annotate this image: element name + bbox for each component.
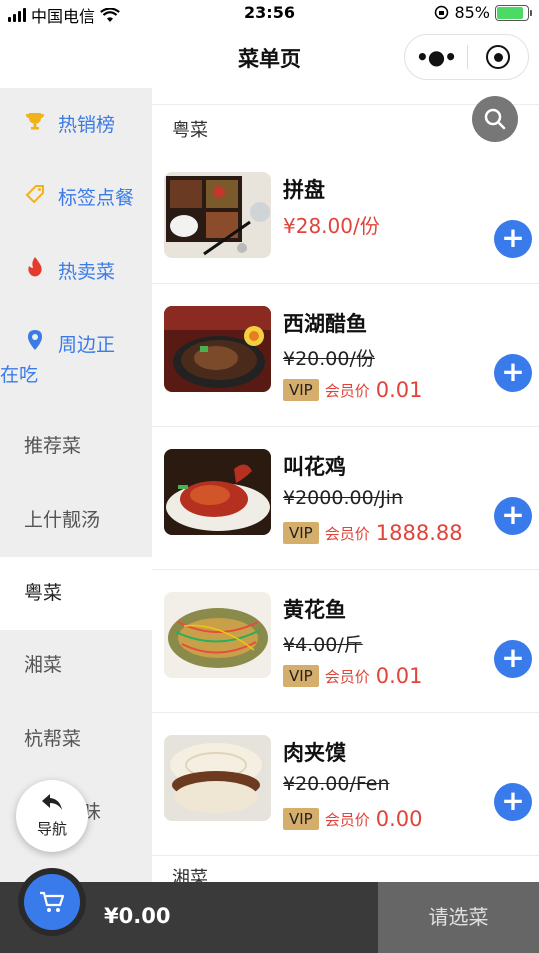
status-bar: 中国电信 23:56 85% [0,0,539,26]
category-sidebar: 热销榜 标签点餐 热卖菜 周边正 在吃 推荐菜 上什靓汤 粤菜 湘菜 杭帮菜 味 [0,88,152,882]
vip-price-row: VIP 会员价 0.00 [283,807,423,831]
sidebar-item-hangzhou[interactable]: 杭帮菜 [0,724,152,754]
sidebar-item-label-line2: 在吃 [0,364,39,386]
vip-price: 0.01 [375,378,423,402]
dish-name: 黄花鱼 [283,598,346,622]
dish-original-price: ¥4.00/斤 [283,634,363,656]
sidebar-item-label: 热卖菜 [58,261,116,283]
sidebar-item-label: 热销榜 [58,114,116,136]
add-to-cart-button[interactable]: + [494,354,532,392]
dish-original-price: ¥20.00/份 [283,348,375,370]
orientation-lock-icon [435,5,449,20]
floating-nav-button[interactable]: 导航 [16,780,88,852]
dish-list[interactable]: 粤菜 拼盘 ¥28.00/份 + 西湖醋鱼 ¥20.00/份 VIP 会员价 0… [152,88,539,882]
battery-percent: 85% [454,3,490,22]
vip-badge: VIP [283,379,319,401]
dish-card[interactable]: 拼盘 ¥28.00/份 + [152,150,539,293]
vip-label: 会员价 [324,524,370,543]
vip-price: 0.01 [375,664,423,688]
dish-card[interactable]: 黄花鱼 ¥4.00/斤 VIP 会员价 0.01 + [152,569,539,712]
dish-original-price: ¥2000.00/Jin [283,487,403,509]
vip-price: 1888.88 [375,521,463,545]
add-to-cart-button[interactable]: + [494,220,532,258]
cart-summary[interactable]: ¥0.00 [0,868,378,953]
sidebar-item-label: 杭帮菜 [24,728,82,750]
dish-name: 叫花鸡 [283,455,346,479]
status-right: 85% [434,3,532,22]
add-to-cart-button[interactable]: + [494,783,532,821]
sidebar-item-hot-sale[interactable]: 热卖菜 [0,256,152,286]
sidebar-item-cantonese[interactable]: 粤菜 [0,557,152,630]
sidebar-item-label: 推荐菜 [24,435,82,457]
trophy-icon [24,110,46,140]
vip-price: 0.00 [375,807,423,831]
dish-name: 拼盘 [283,178,325,202]
vip-badge: VIP [283,522,319,544]
section-header: 粤菜 [172,120,208,141]
cart-bar: ¥0.00 请选菜 [0,868,539,953]
search-button[interactable] [472,96,518,142]
dish-image-platter [164,172,271,258]
mini-program-capsule: •●• [404,34,529,80]
tag-icon [24,183,46,213]
vip-badge: VIP [283,808,319,830]
dish-image-beggar-chicken [164,449,271,535]
vip-price-row: VIP 会员价 0.01 [283,378,423,402]
checkout-button[interactable]: 请选菜 [378,882,539,953]
back-arrow-icon [42,794,62,810]
vip-label: 会员价 [324,667,370,686]
sidebar-item-soup[interactable]: 上什靓汤 [0,505,152,535]
more-dots-icon[interactable]: •●• [405,45,467,69]
dish-name: 肉夹馍 [283,741,346,765]
vip-label: 会员价 [324,381,370,400]
vip-badge: VIP [283,665,319,687]
location-pin-icon [24,329,46,360]
floating-nav-label: 导航 [36,820,67,838]
add-to-cart-button[interactable]: + [494,640,532,678]
vip-price-row: VIP 会员价 0.01 [283,664,423,688]
target-icon [486,45,510,69]
dish-original-price: ¥20.00/Fen [283,773,390,795]
search-icon [484,108,506,130]
sidebar-item-label: 标签点餐 [58,187,135,209]
dish-card[interactable]: 叫花鸡 ¥2000.00/Jin VIP 会员价 1888.88 + [152,426,539,569]
sidebar-item-label: 上什靓汤 [24,509,101,531]
section-header-next: 湘菜 [172,868,208,882]
sidebar-item-hunan[interactable]: 湘菜 [0,650,152,680]
vip-price-row: VIP 会员价 1888.88 [283,521,463,545]
vip-label: 会员价 [324,810,370,829]
dish-card[interactable]: 肉夹馍 ¥20.00/Fen VIP 会员价 0.00 + [152,712,539,855]
dish-name: 西湖醋鱼 [283,312,367,336]
cart-button[interactable] [18,868,86,936]
dish-image-roujiamo [164,735,271,821]
sidebar-item-tag-order[interactable]: 标签点餐 [0,183,152,213]
nav-bar: 菜单页 •●• [0,26,539,88]
close-target-button[interactable] [468,45,528,69]
sidebar-item-label: 粤菜 [24,582,63,604]
dish-price: ¥28.00/份 [283,214,380,238]
battery-icon [495,4,532,21]
cart-icon [40,891,65,912]
sidebar-item-label: 湘菜 [24,654,63,676]
cart-total: ¥0.00 [104,904,171,928]
add-to-cart-button[interactable]: + [494,497,532,535]
sidebar-item-label: 周边正 [58,334,116,356]
dish-card[interactable]: 西湖醋鱼 ¥20.00/份 VIP 会员价 0.01 + [152,283,539,426]
dish-image-yellow-croaker [164,592,271,678]
sidebar-item-hot-list[interactable]: 热销榜 [0,110,152,140]
dish-image-west-lake-fish [164,306,271,392]
flame-icon [24,256,46,287]
sidebar-item-recommended[interactable]: 推荐菜 [0,431,152,461]
sidebar-item-nearby[interactable]: 周边正 在吃 [0,329,152,389]
